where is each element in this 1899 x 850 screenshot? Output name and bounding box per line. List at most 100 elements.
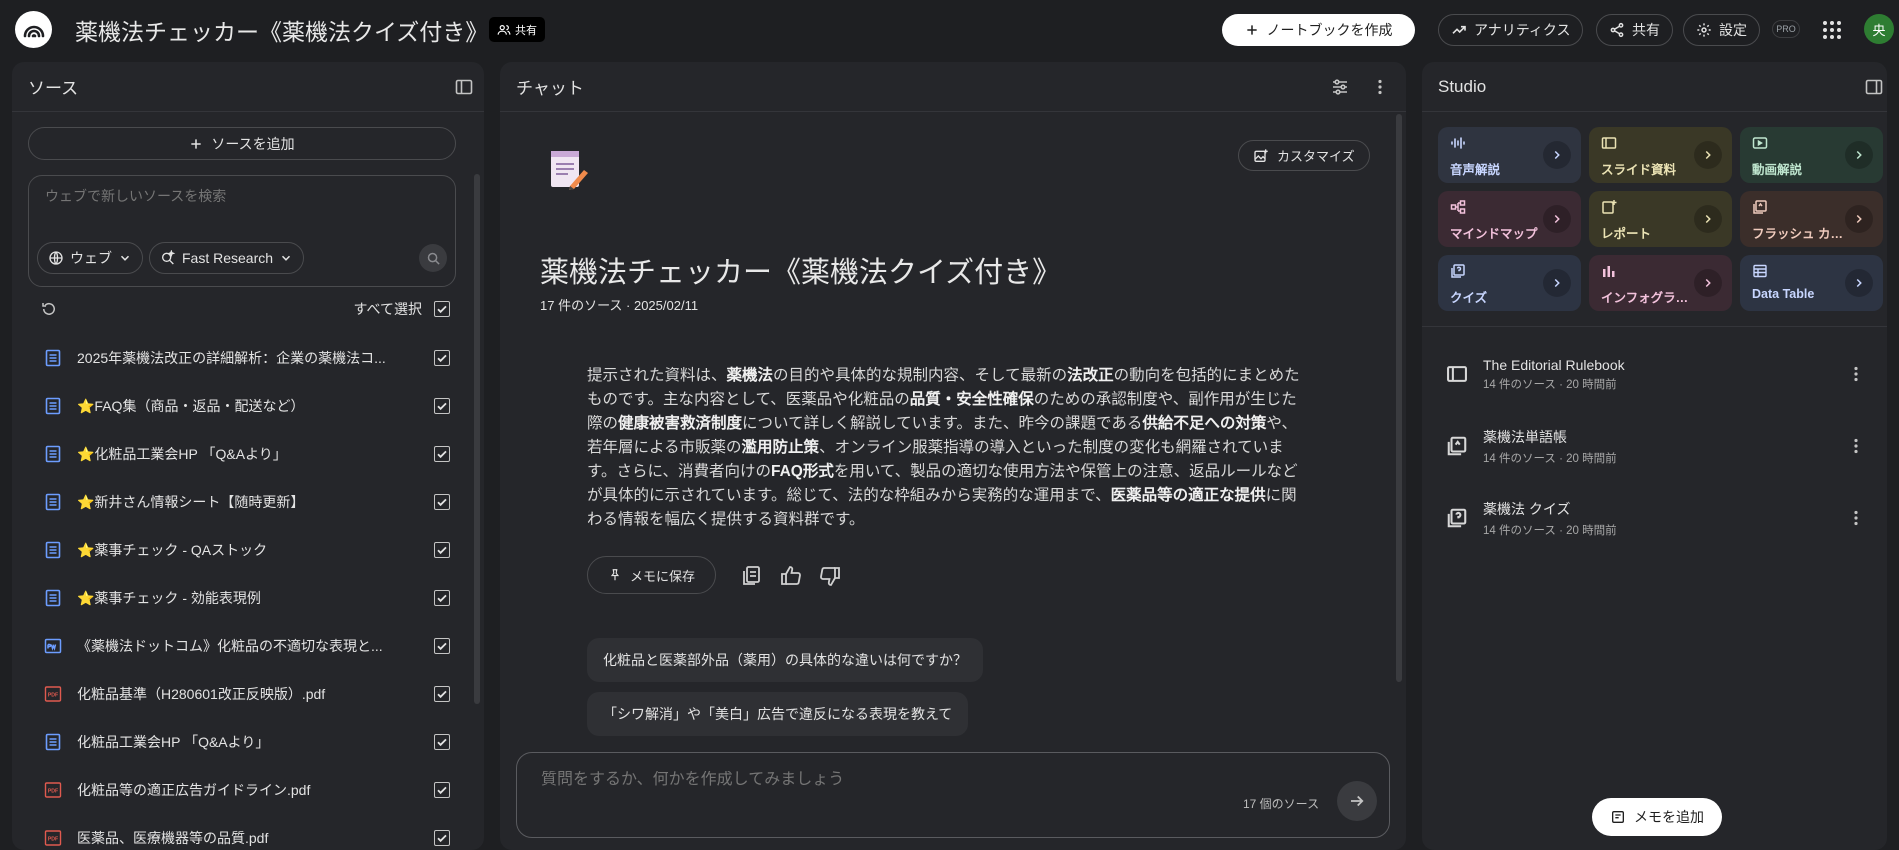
chevron-right-icon[interactable]	[1694, 205, 1722, 233]
research-mode-dropdown[interactable]: Fast Research	[149, 242, 305, 274]
chevron-right-icon[interactable]	[1694, 141, 1722, 169]
collapse-panel-icon[interactable]	[454, 77, 474, 97]
add-memo-button[interactable]: メモを追加	[1592, 798, 1722, 836]
source-item[interactable]: ⭐薬事チェック - QAストック	[28, 526, 458, 574]
source-search-button[interactable]	[419, 244, 447, 272]
chevron-right-icon[interactable]	[1845, 141, 1873, 169]
tune-settings-icon[interactable]	[1330, 77, 1350, 97]
source-checkbox[interactable]	[434, 830, 450, 846]
studio-tile-label: 動画解説	[1752, 163, 1803, 177]
select-all-label: すべて選択	[353, 301, 422, 317]
source-item[interactable]: PDF 化粧品等の適正広告ガイドライン.pdf	[28, 766, 458, 814]
more-vert-icon[interactable]	[1370, 77, 1390, 97]
flashcard-icon	[1446, 435, 1468, 457]
notebooklm-logo-icon[interactable]	[15, 11, 52, 48]
source-checkbox[interactable]	[434, 782, 450, 798]
source-checkbox[interactable]	[434, 734, 450, 750]
source-item[interactable]: 化粧品工業会HP 「Q&Aより」	[28, 718, 458, 766]
create-notebook-label: ノートブックを作成	[1266, 22, 1393, 38]
send-button[interactable]	[1337, 781, 1377, 821]
studio-title: Studio	[1438, 76, 1487, 96]
infographic-icon	[1601, 263, 1617, 279]
select-all-checkbox[interactable]	[434, 301, 450, 317]
web-page-icon	[43, 636, 63, 656]
more-vert-icon[interactable]	[1846, 508, 1866, 528]
chevron-right-icon[interactable]	[1543, 141, 1571, 169]
svg-text:PDF: PDF	[48, 789, 58, 795]
source-item[interactable]: 2025年薬機法改正の詳細解析：企業の薬機法コ...	[28, 334, 458, 382]
summary-text: について詳しく解説しています。また、昨今の課題である	[742, 415, 1143, 432]
refresh-icon[interactable]	[40, 300, 58, 318]
save-to-memo-button[interactable]: メモに保存	[587, 556, 717, 594]
settings-button[interactable]: 設定	[1683, 14, 1760, 46]
source-item[interactable]: 《薬機法ドットコム》化粧品の不適切な表現と...	[28, 622, 458, 670]
studio-tile[interactable]: クイズ	[1438, 255, 1581, 311]
collapse-panel-icon[interactable]	[1864, 77, 1884, 97]
studio-tile[interactable]: インフォグラフィック	[1589, 255, 1732, 311]
web-search-input[interactable]	[45, 188, 425, 204]
source-item[interactable]: ⭐薬事チェック - 効能表現例	[28, 574, 458, 622]
web-search-box: ウェブ Fast Research	[28, 175, 456, 287]
share-icon	[1610, 22, 1624, 38]
source-name: 化粧品工業会HP 「Q&Aより」	[77, 734, 270, 750]
source-checkbox[interactable]	[434, 446, 450, 462]
suggested-question[interactable]: 化粧品と医薬部外品（薬用）の具体的な違いは何ですか？	[587, 638, 983, 682]
studio-note[interactable]: 薬機法 クイズ 14 件のソース · 20 時間前	[1446, 493, 1866, 543]
source-checkbox[interactable]	[434, 638, 450, 654]
add-source-button[interactable]: ソースを追加	[28, 127, 456, 160]
source-item[interactable]: PDF 医薬品、医療機器等の品質.pdf	[28, 814, 458, 850]
studio-tile-label: マインドマップ	[1450, 227, 1538, 241]
chevron-right-icon[interactable]	[1543, 269, 1571, 297]
thumbs-up-icon[interactable]	[779, 564, 803, 588]
chat-input[interactable]	[541, 771, 1241, 789]
copy-icon[interactable]	[739, 564, 763, 588]
share-button[interactable]: 共有	[1596, 14, 1673, 46]
chevron-right-icon[interactable]	[1694, 269, 1722, 297]
chevron-right-icon[interactable]	[1845, 205, 1873, 233]
source-checkbox[interactable]	[434, 350, 450, 366]
studio-note[interactable]: 薬機法単語帳 14 件のソース · 20 時間前	[1446, 421, 1866, 471]
document-icon	[43, 588, 63, 608]
chat-scrollbar[interactable]	[1396, 114, 1402, 682]
notebook-title[interactable]: 薬機法チェッカー《薬機法クイズ付き》	[75, 13, 488, 47]
source-item[interactable]: ⭐化粧品工業会HP 「Q&Aより」	[28, 430, 458, 478]
studio-tile[interactable]: 動画解説	[1740, 127, 1883, 183]
svg-text:PDF: PDF	[48, 693, 58, 699]
create-notebook-button[interactable]: ノートブックを作成	[1222, 14, 1415, 46]
source-checkbox[interactable]	[434, 686, 450, 702]
apps-grid-icon[interactable]	[1821, 19, 1843, 41]
more-vert-icon[interactable]	[1846, 364, 1866, 384]
source-name: 2025年薬機法改正の詳細解析：企業の薬機法コ...	[77, 350, 386, 366]
source-checkbox[interactable]	[434, 590, 450, 606]
studio-tile[interactable]: 音声解説	[1438, 127, 1581, 183]
shared-badge-label: 共有	[515, 24, 537, 37]
studio-tile[interactable]: フラッシュ カード	[1740, 191, 1883, 247]
studio-tile[interactable]: マインドマップ	[1438, 191, 1581, 247]
source-checkbox[interactable]	[434, 542, 450, 558]
chevron-right-icon[interactable]	[1845, 269, 1873, 297]
thumbs-down-icon[interactable]	[818, 564, 842, 588]
studio-tile[interactable]: Data Table	[1740, 255, 1883, 311]
summary-keyword: 健康被害救済制度	[618, 415, 743, 432]
suggested-question[interactable]: 「シワ解消」や「美白」広告で違反になる表現を教えて	[587, 692, 969, 736]
studio-note[interactable]: The Editorial Rulebook 14 件のソース · 20 時間前	[1446, 349, 1866, 399]
shared-badge: 共有	[489, 17, 545, 42]
svg-text:PDF: PDF	[48, 837, 58, 843]
source-item[interactable]: ⭐新井さん情報シート【随時更新】	[28, 478, 458, 526]
source-checkbox[interactable]	[434, 398, 450, 414]
avatar[interactable]: 央	[1864, 14, 1894, 44]
web-dropdown[interactable]: ウェブ	[37, 242, 143, 274]
report-icon	[1601, 199, 1617, 215]
studio-tile[interactable]: スライド資料	[1589, 127, 1732, 183]
chat-input-box: 17 個のソース	[516, 752, 1390, 838]
source-checkbox[interactable]	[434, 494, 450, 510]
source-item[interactable]: PDF 化粧品基準（H280601改正反映版）.pdf	[28, 670, 458, 718]
source-item[interactable]: ⭐FAQ集（商品・返品・配送など）	[28, 382, 458, 430]
customize-button[interactable]: カスタマイズ	[1238, 140, 1370, 171]
sources-scrollbar[interactable]	[474, 174, 480, 704]
more-vert-icon[interactable]	[1846, 436, 1866, 456]
chevron-right-icon[interactable]	[1543, 205, 1571, 233]
summary-keyword: 濫用防止策	[741, 439, 820, 456]
analytics-button[interactable]: アナリティクス	[1438, 14, 1584, 46]
studio-tile[interactable]: レポート	[1589, 191, 1732, 247]
